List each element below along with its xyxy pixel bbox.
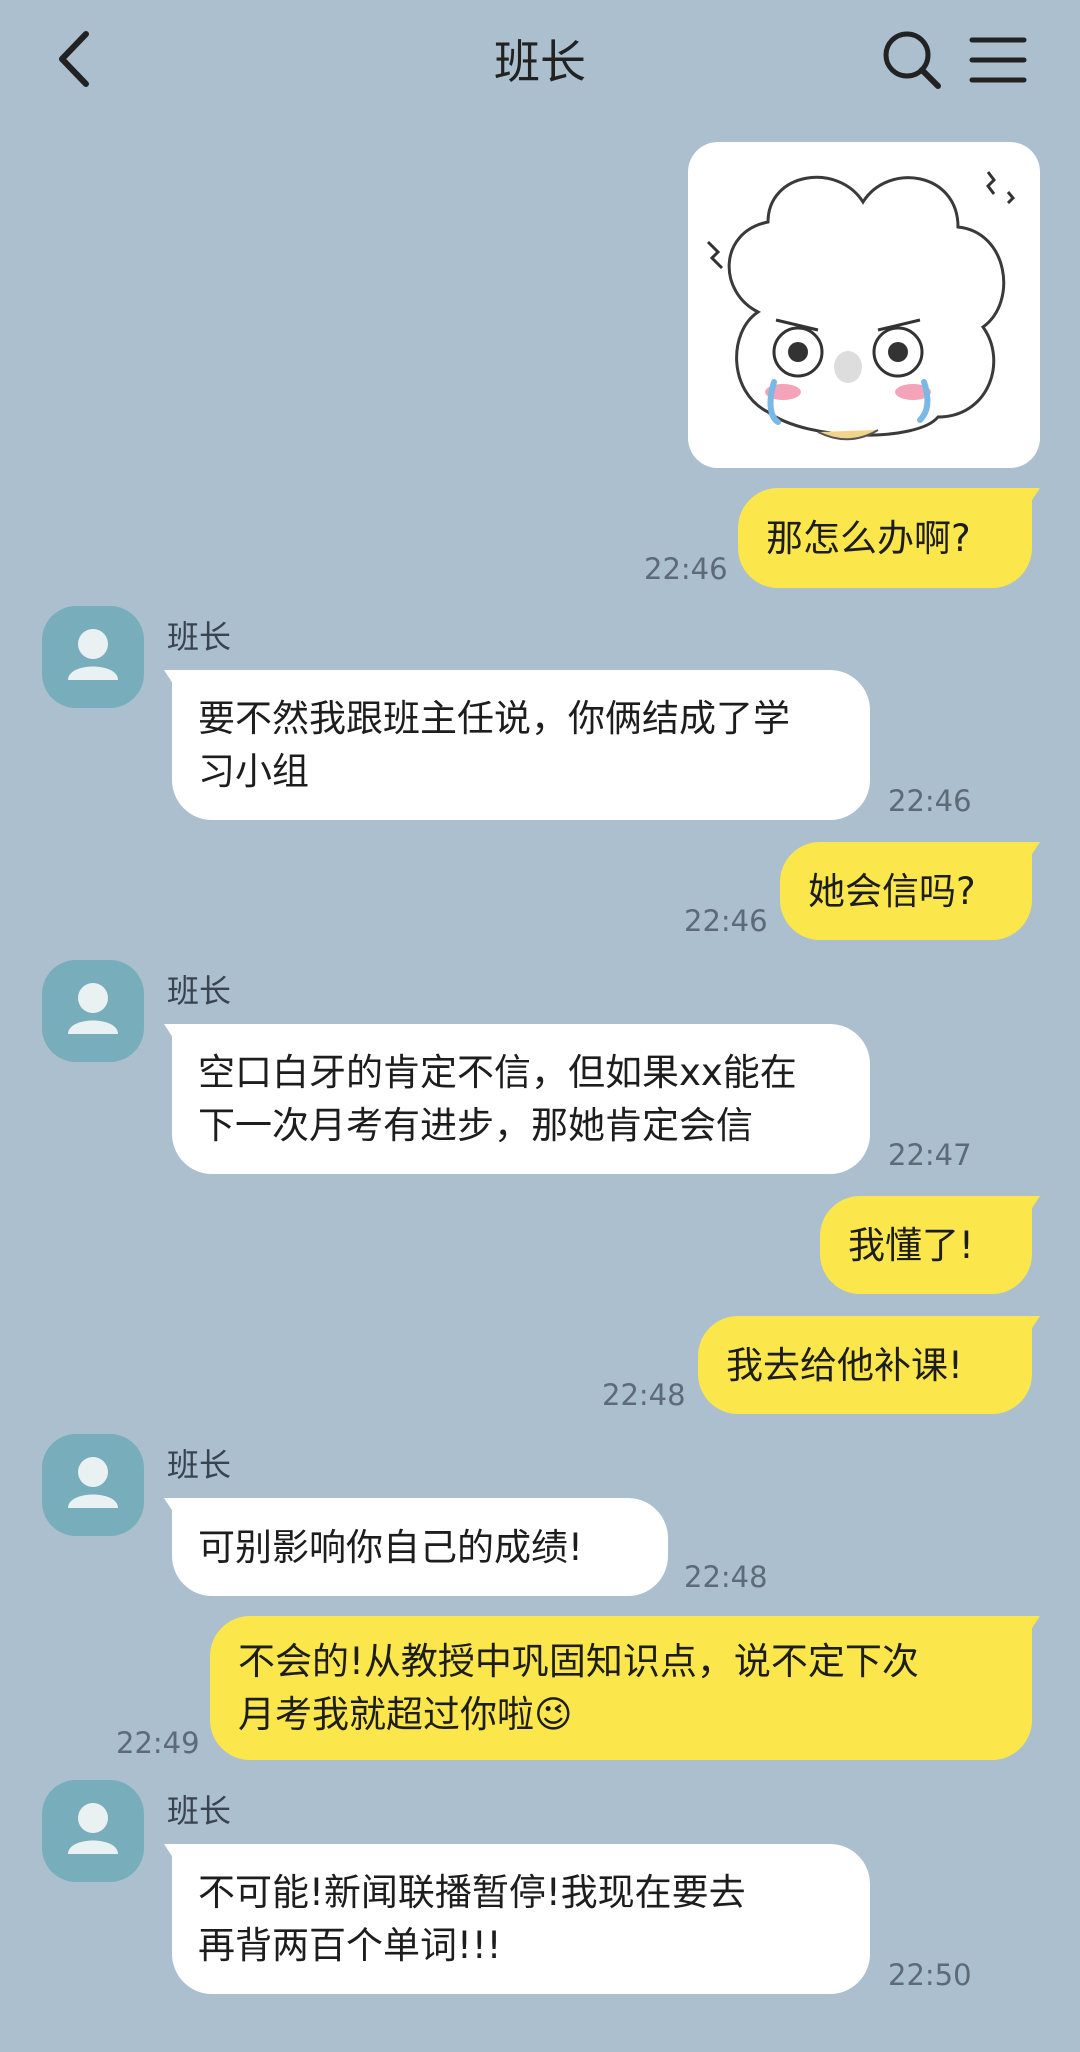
avatar[interactable]	[42, 960, 144, 1062]
message-text-line: 不可能!新闻联播暂停!我现在要去	[198, 1871, 746, 1914]
message-text: 可别影响你自己的成绩!	[198, 1525, 583, 1569]
sender-name: 班长	[167, 1792, 232, 1830]
their-message-bubble[interactable]: 可别影响你自己的成绩!	[172, 1498, 668, 1596]
my-message-bubble[interactable]: 我去给他补课!	[698, 1316, 1032, 1414]
message-text-line: 要不然我跟班主任说，你俩结成了学	[198, 697, 790, 740]
message-time: 22:48	[684, 1560, 768, 1594]
message-time: 22:49	[116, 1726, 200, 1760]
message-text: 我去给他补课!	[726, 1343, 963, 1387]
message-text-line: 空口白牙的肯定不信，但如果xx能在	[198, 1051, 797, 1094]
search-icon[interactable]	[880, 28, 944, 92]
my-message-bubble[interactable]: 她会信吗?	[780, 842, 1032, 940]
avatar[interactable]	[42, 1780, 144, 1882]
message-time: 22:50	[888, 1958, 972, 1992]
avatar[interactable]	[42, 606, 144, 708]
message-text-line: 月考我就超过你啦😉	[238, 1693, 573, 1736]
message-time: 22:46	[888, 784, 972, 818]
message-text-line: 下一次月考有进步，那她肯定会信	[198, 1104, 753, 1147]
their-message-bubble[interactable]: 要不然我跟班主任说，你俩结成了学 习小组	[172, 670, 870, 820]
chat-header: 班长	[0, 0, 1080, 120]
sender-name: 班长	[167, 618, 232, 656]
message-time: 22:48	[602, 1378, 686, 1412]
message-text: 那怎么办啊?	[766, 516, 971, 560]
their-message-bubble[interactable]: 空口白牙的肯定不信，但如果xx能在 下一次月考有进步，那她肯定会信	[172, 1024, 870, 1174]
message-time: 22:46	[644, 552, 728, 586]
my-message-bubble[interactable]: 我懂了!	[820, 1196, 1032, 1294]
avatar[interactable]	[42, 1434, 144, 1536]
sender-name: 班长	[167, 1446, 232, 1484]
sender-name: 班长	[167, 972, 232, 1010]
message-text-line: 再背两百个单词!!!	[198, 1924, 502, 1967]
sticker-image[interactable]	[688, 142, 1040, 468]
message-text: 她会信吗?	[808, 869, 976, 913]
message-time: 22:47	[888, 1138, 972, 1172]
message-text-line: 习小组	[198, 750, 309, 793]
message-time: 22:46	[684, 904, 768, 938]
menu-icon[interactable]	[968, 32, 1028, 88]
message-text: 我懂了!	[848, 1223, 974, 1267]
their-message-bubble[interactable]: 不可能!新闻联播暂停!我现在要去 再背两百个单词!!!	[172, 1844, 870, 1994]
my-message-bubble[interactable]: 不会的!从教授中巩固知识点，说不定下次 月考我就超过你啦😉	[210, 1616, 1032, 1760]
message-text-line: 不会的!从教授中巩固知识点，说不定下次	[238, 1640, 919, 1683]
my-message-bubble[interactable]: 那怎么办啊?	[738, 488, 1032, 588]
